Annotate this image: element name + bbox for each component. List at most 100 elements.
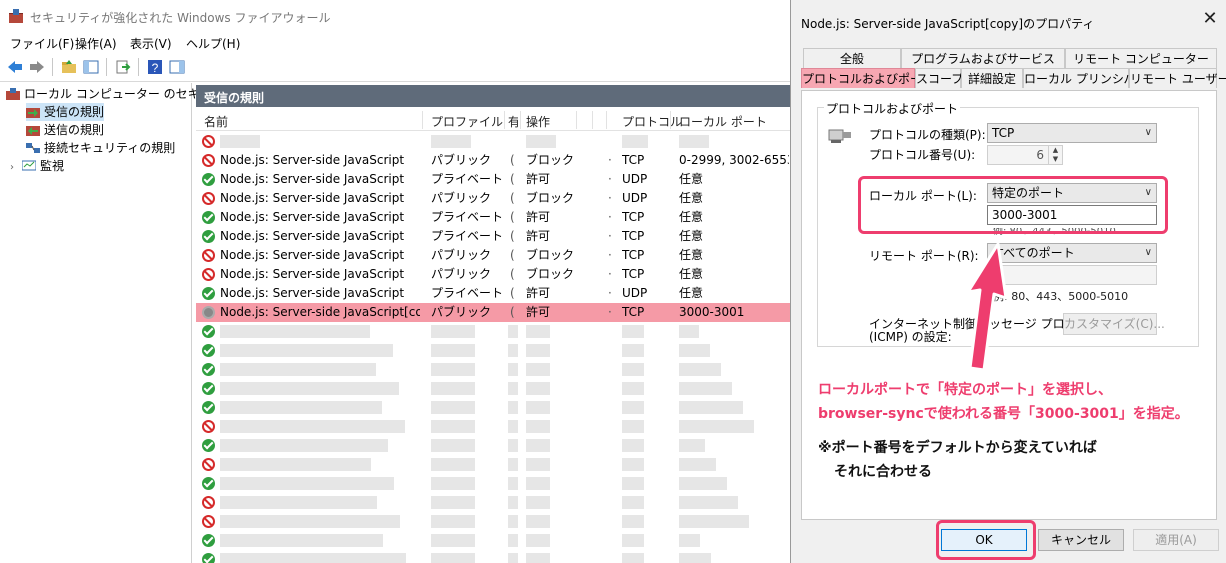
redacted-cell (526, 420, 550, 433)
column-separator[interactable] (422, 111, 423, 129)
cell-enabled-marker: ( (510, 305, 515, 319)
menu-help[interactable]: ヘルプ(H) (186, 35, 240, 52)
protocol-type-select[interactable]: TCP ∨ (987, 123, 1157, 143)
table-row[interactable] (196, 322, 790, 341)
table-row[interactable]: Node.js: Server-side JavaScript プライベート 許可 U… (196, 284, 790, 303)
table-row[interactable]: Node.js: Server-side JavaScript プライベート 許可 U… (196, 170, 790, 189)
menu-file[interactable]: ファイル(F) (10, 35, 74, 52)
show-hide-action-pane-icon[interactable] (168, 58, 186, 76)
column-separator[interactable] (670, 111, 671, 129)
table-row[interactable] (196, 398, 790, 417)
column-separator[interactable] (504, 111, 505, 129)
forward-arrow-icon[interactable] (28, 58, 46, 76)
tab-programs-services[interactable]: プログラムおよびサービス (901, 48, 1065, 68)
tab-remote-users[interactable]: リモート ユーザー (1129, 68, 1226, 88)
back-arrow-icon[interactable] (6, 58, 24, 76)
table-row[interactable] (196, 379, 790, 398)
menu-view[interactable]: 表示(V) (130, 35, 172, 52)
redacted-cell (220, 439, 388, 452)
show-hide-tree-icon[interactable] (82, 58, 100, 76)
firewall-icon (6, 88, 20, 100)
tab-advanced[interactable]: 詳細設定 (961, 68, 1023, 88)
tree-item-monitoring[interactable]: › 監視 (10, 157, 64, 175)
table-row[interactable] (196, 436, 790, 455)
table-row[interactable] (196, 550, 790, 563)
chevron-right-icon[interactable]: › (10, 159, 22, 177)
navigation-tree: ローカル コンピューター のセキュリティ 受信の規則 送信の規則 接続セキュリテ… (0, 83, 247, 563)
firewall-icon (9, 9, 23, 23)
cell-profile: プライベート (431, 286, 503, 300)
redacted-cell (508, 496, 518, 509)
list-header-title: 受信の規則 (204, 91, 265, 105)
tab-general[interactable]: 全般 (803, 48, 901, 68)
table-row[interactable] (196, 417, 790, 436)
table-row[interactable] (196, 512, 790, 531)
redacted-cell (679, 515, 749, 528)
table-row[interactable] (196, 493, 790, 512)
table-row[interactable] (196, 455, 790, 474)
block-rule-icon (202, 268, 215, 281)
column-separator[interactable] (592, 111, 593, 129)
column-header-local-port[interactable]: ローカル ポート (679, 113, 767, 130)
table-row[interactable]: Node.js: Server-side JavaScript パブリック ブロック… (196, 151, 790, 170)
tab-local-principals[interactable]: ローカル プリンシパル (1023, 68, 1147, 88)
redacted-cell (622, 325, 644, 338)
column-header-protocol[interactable]: プロトコル (622, 113, 682, 130)
connection-security-icon (26, 143, 40, 153)
allow-rule-icon (202, 325, 215, 338)
customize-button[interactable]: カスタマイズ(C)... (1063, 313, 1165, 335)
tab-scope[interactable]: スコープ (915, 68, 963, 88)
allow-rule-icon (202, 401, 215, 414)
tab-remote-computers[interactable]: リモート コンピューター (1065, 48, 1217, 68)
cell-port: 任意 (679, 172, 704, 186)
menu-action[interactable]: 操作(A) (75, 35, 117, 52)
tab-protocols-ports[interactable]: プロトコルおよびポート (801, 68, 934, 88)
table-row[interactable]: Node.js: Server-side JavaScript パブリック ブロック… (196, 246, 790, 265)
column-header-enabled[interactable]: 有 (508, 113, 518, 130)
table-row[interactable]: Node.js: Server-side JavaScript[copy] パブリ… (196, 303, 790, 322)
column-separator[interactable] (520, 111, 521, 129)
cell-name: Node.js: Server-side JavaScript (220, 248, 405, 262)
column-header-name[interactable]: 名前 (204, 113, 228, 130)
folder-up-icon[interactable] (60, 58, 78, 76)
tree-item-outbound-rules[interactable]: 送信の規則 (26, 121, 104, 139)
export-icon[interactable] (114, 58, 132, 76)
table-row[interactable] (196, 132, 790, 151)
redacted-cell (622, 515, 644, 528)
spinner-arrows-icon[interactable]: ▲ ▼ (1048, 146, 1062, 164)
cancel-button[interactable]: キャンセル (1038, 529, 1124, 551)
apply-button[interactable]: 適用(A) (1133, 529, 1219, 551)
redacted-cell (679, 477, 727, 490)
table-row[interactable]: Node.js: Server-side JavaScript プライベート 許可 T… (196, 208, 790, 227)
table-row[interactable]: Node.js: Server-side JavaScript パブリック ブロック… (196, 265, 790, 284)
table-row[interactable]: Node.js: Server-side JavaScript パブリック ブロック… (196, 189, 790, 208)
cell-enabled-marker: ( (510, 229, 515, 243)
column-header-action[interactable]: 操作 (526, 113, 550, 130)
close-icon[interactable]: ✕ (1199, 8, 1221, 30)
table-row[interactable] (196, 360, 790, 379)
column-header-profile[interactable]: プロファイル (431, 113, 503, 130)
cell-edge-marker: · (608, 305, 612, 319)
tree-item-inbound-rules[interactable]: 受信の規則 (26, 103, 105, 121)
column-separator[interactable] (606, 111, 607, 129)
cell-protocol: TCP (622, 210, 645, 224)
cell-port: 任意 (679, 191, 704, 205)
table-row[interactable]: Node.js: Server-side JavaScript プライベート 許可 T… (196, 227, 790, 246)
redacted-cell (679, 135, 709, 148)
redacted-cell (431, 135, 471, 148)
redacted-cell (622, 458, 644, 471)
table-row[interactable] (196, 341, 790, 360)
redacted-cell (508, 477, 518, 490)
redacted-cell (526, 344, 550, 357)
help-icon[interactable]: ? (146, 58, 164, 76)
redacted-cell (526, 496, 550, 509)
tree-item-connection-security-rules[interactable]: 接続セキュリティの規則 (26, 139, 175, 157)
column-separator[interactable] (576, 111, 577, 129)
redacted-cell (220, 325, 370, 338)
cell-port: 3000-3001 (679, 305, 745, 319)
cell-protocol: TCP (622, 305, 645, 319)
table-row[interactable] (196, 474, 790, 493)
table-row[interactable] (196, 531, 790, 550)
rules-list-panel: 受信の規則 名前 プロファイル 有 操作 プロトコル ローカル ポート Node… (196, 83, 790, 563)
protocol-number-field[interactable]: 6 ▲ ▼ (987, 145, 1063, 165)
